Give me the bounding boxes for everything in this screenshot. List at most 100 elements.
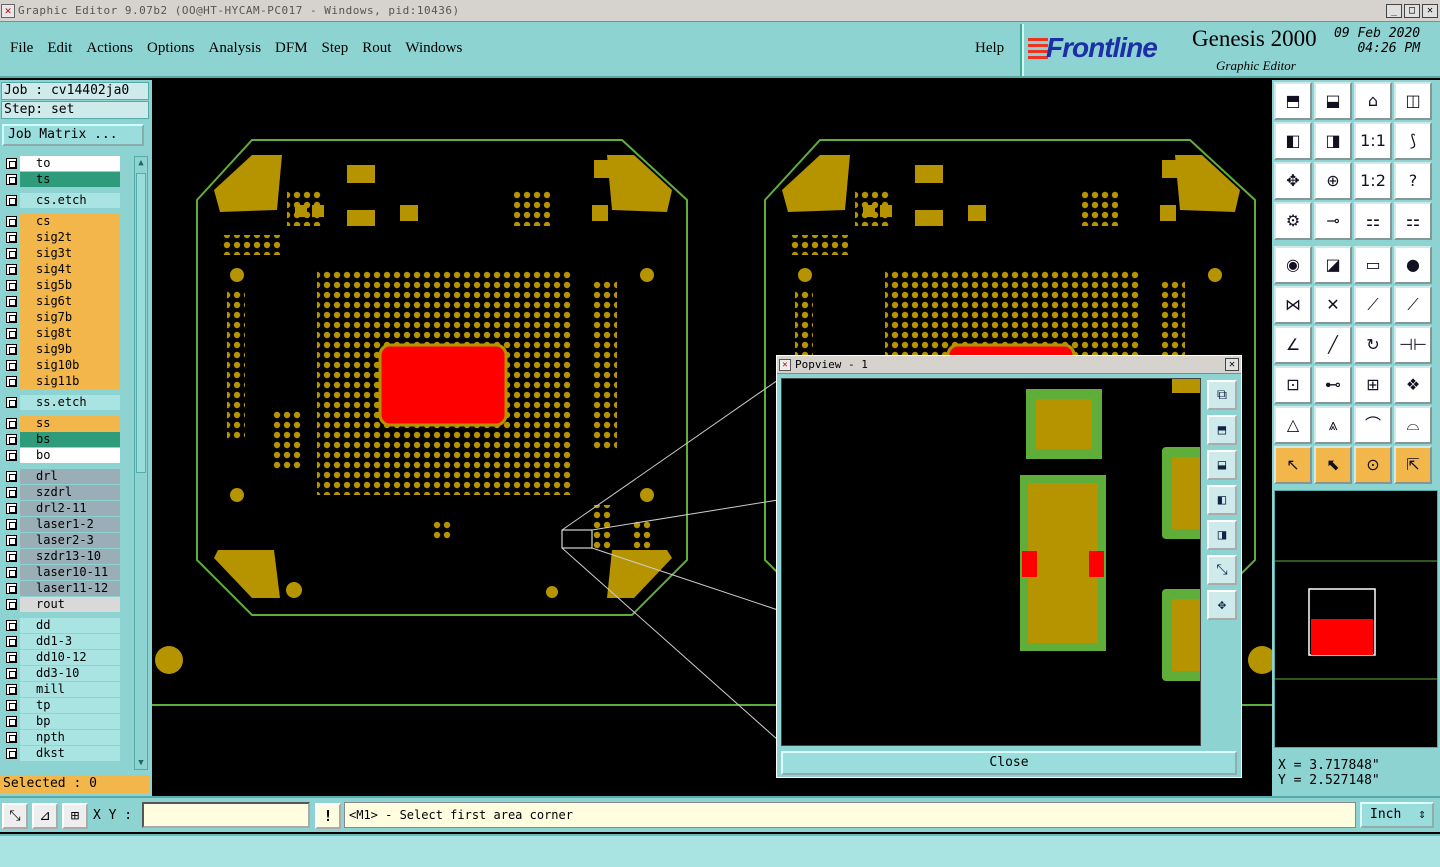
layer-checkbox[interactable] — [6, 684, 17, 695]
layer-name[interactable]: laser10-11 — [34, 565, 120, 580]
layer-color-swatch[interactable] — [20, 634, 34, 649]
layer-row[interactable]: laser2-3 — [2, 533, 120, 548]
layer-row[interactable]: rout — [2, 597, 120, 612]
layer-name[interactable]: bs — [34, 432, 120, 447]
layer-color-swatch[interactable] — [20, 698, 34, 713]
layer-color-swatch[interactable] — [20, 597, 34, 612]
layer-row[interactable]: laser1-2 — [2, 517, 120, 532]
layer-row[interactable]: mill — [2, 682, 120, 697]
job-matrix-button[interactable]: Job Matrix ... — [2, 124, 144, 146]
layer-checkbox[interactable] — [6, 732, 17, 743]
pointer-icon[interactable]: ↖ — [1274, 446, 1312, 484]
layer-row[interactable]: drl — [2, 469, 120, 484]
layer-color-swatch[interactable] — [20, 395, 34, 410]
layer-color-swatch[interactable] — [20, 246, 34, 261]
layer-name[interactable]: cs.etch — [34, 193, 120, 208]
slot-icon[interactable]: ⌓ — [1394, 406, 1432, 444]
layer-checkbox[interactable] — [6, 636, 17, 647]
close-button[interactable]: ✕ — [1422, 4, 1438, 18]
layer-checkbox[interactable] — [6, 503, 17, 514]
layer-color-swatch[interactable] — [20, 230, 34, 245]
layer-name[interactable]: sig5b — [34, 278, 120, 293]
zoom-out-icon[interactable]: ⤡ — [1207, 555, 1237, 585]
pan-left-icon[interactable]: ◧ — [1207, 485, 1237, 515]
layer-name[interactable]: drl2-11 — [34, 501, 120, 516]
menu-dfm[interactable]: DFM — [275, 40, 308, 57]
layer-checkbox[interactable] — [6, 551, 17, 562]
layer-name[interactable]: sig7b — [34, 310, 120, 325]
layer-color-swatch[interactable] — [20, 326, 34, 341]
layer-color-swatch[interactable] — [20, 358, 34, 373]
scroll-down-icon[interactable]: ▼ — [135, 757, 147, 769]
snap-icon[interactable]: ⟆ — [1394, 122, 1432, 160]
layer-row[interactable]: sig5b — [2, 278, 120, 293]
layer-checkbox[interactable] — [6, 195, 17, 206]
node-move-icon[interactable]: ⟋ — [1394, 286, 1432, 324]
layer-row[interactable]: dd10-12 — [2, 650, 120, 665]
layer-row[interactable]: ss — [2, 416, 120, 431]
layer-color-swatch[interactable] — [20, 666, 34, 681]
layer-checkbox[interactable] — [6, 716, 17, 727]
pad-icon[interactable]: ● — [1394, 246, 1432, 284]
layer-color-swatch[interactable] — [20, 469, 34, 484]
layer-row[interactable]: bo — [2, 448, 120, 463]
scroll-thumb[interactable] — [136, 173, 146, 473]
pan-right-icon[interactable]: ◨ — [1207, 520, 1237, 550]
filter-icon[interactable]: ⚙ — [1274, 202, 1312, 240]
layer-row[interactable]: cs — [2, 214, 120, 229]
layer-color-swatch[interactable] — [20, 416, 34, 431]
group-icon[interactable]: ❖ — [1394, 366, 1432, 404]
origin-icon[interactable]: ⊡ — [1274, 366, 1312, 404]
layer-color-swatch[interactable] — [20, 682, 34, 697]
select-area-icon[interactable]: ◪ — [1314, 246, 1352, 284]
layer-color-swatch[interactable] — [20, 156, 34, 171]
layer-checkbox[interactable] — [6, 280, 17, 291]
poly-icon[interactable]: △ — [1274, 406, 1312, 444]
key-icon[interactable]: ⊸ — [1314, 202, 1352, 240]
angle-icon[interactable]: ∠ — [1274, 326, 1312, 364]
layer-color-swatch[interactable] — [20, 193, 34, 208]
layer-scrollbar[interactable]: ▲ ▼ — [134, 156, 148, 770]
help-icon[interactable]: ? — [1394, 162, 1432, 200]
layer-checkbox[interactable] — [6, 232, 17, 243]
layer-name[interactable]: rout — [34, 597, 120, 612]
layer-row[interactable]: sig6t — [2, 294, 120, 309]
menu-rout[interactable]: Rout — [362, 40, 391, 57]
layer-color-swatch[interactable] — [20, 294, 34, 309]
layer-row[interactable]: sig8t — [2, 326, 120, 341]
layer-name[interactable]: sig11b — [34, 374, 120, 389]
layer-checkbox[interactable] — [6, 450, 17, 461]
add-feature-icon[interactable]: ◉ — [1274, 246, 1312, 284]
layer-checkbox[interactable] — [6, 668, 17, 679]
layer-checkbox[interactable] — [6, 158, 17, 169]
layer-color-swatch[interactable] — [20, 549, 34, 564]
layer-row[interactable]: sig4t — [2, 262, 120, 277]
layer-checkbox[interactable] — [6, 652, 17, 663]
warning-icon[interactable]: ! — [315, 803, 341, 829]
layer-row[interactable]: bp — [2, 714, 120, 729]
layer-checkbox[interactable] — [6, 418, 17, 429]
layer-name[interactable]: drl — [34, 469, 120, 484]
layer-row[interactable]: bs — [2, 432, 120, 447]
layer-name[interactable]: sig3t — [34, 246, 120, 261]
popview-titlebar[interactable]: ✕ Popview - 1 — [777, 356, 1241, 374]
layer-row[interactable]: tp — [2, 698, 120, 713]
node-icon[interactable]: ⟋ — [1354, 286, 1392, 324]
layer-name[interactable]: dd3-10 — [34, 666, 120, 681]
layer-row[interactable]: dkst — [2, 746, 120, 761]
layer-row[interactable]: szdrl — [2, 485, 120, 500]
layer-color-swatch[interactable] — [20, 533, 34, 548]
pointer-box-icon[interactable]: ⬉ — [1314, 446, 1352, 484]
connect-icon[interactable]: ⋈ — [1274, 286, 1312, 324]
layer-name[interactable]: sig4t — [34, 262, 120, 277]
measure-icon[interactable]: ⊿ — [32, 803, 58, 829]
home-icon[interactable]: ⌂ — [1354, 82, 1392, 120]
layer-color-swatch[interactable] — [20, 517, 34, 532]
units-dropdown[interactable]: Inch ⇕ — [1360, 802, 1434, 828]
layer-row[interactable]: cs.etch — [2, 193, 120, 208]
menu-edit[interactable]: Edit — [47, 40, 72, 57]
layer-row[interactable]: ts — [2, 172, 120, 187]
zoom-window-icon[interactable]: ◫ — [1394, 82, 1432, 120]
menu-help[interactable]: Help — [975, 40, 1004, 57]
layer-off-icon[interactable]: ⚏ — [1394, 202, 1432, 240]
